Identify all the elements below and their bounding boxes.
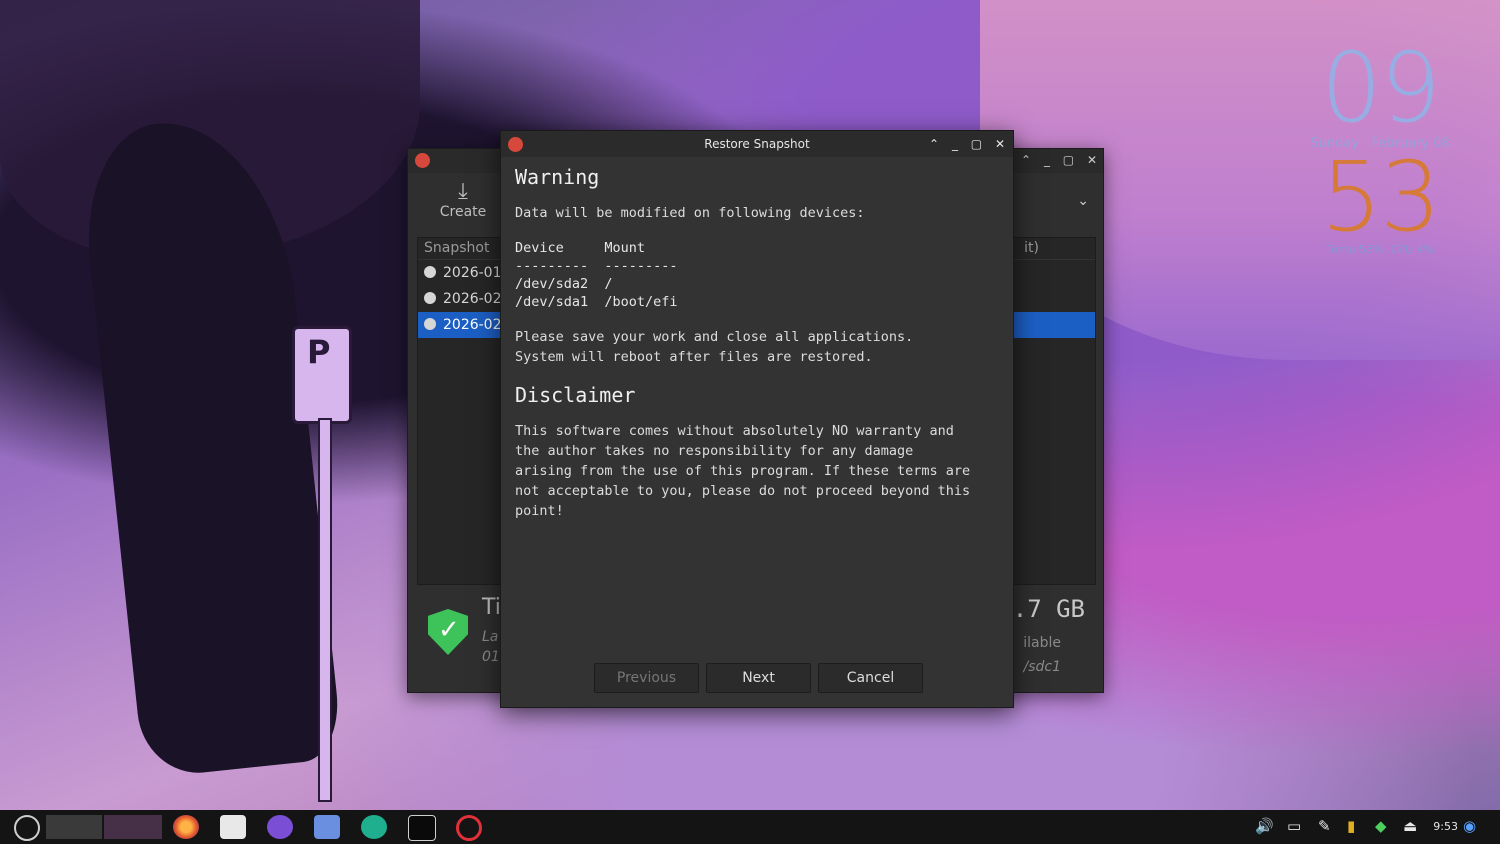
minimize-icon[interactable]: _	[952, 137, 958, 151]
eject-icon[interactable]: ⏏	[1403, 817, 1417, 835]
disclaimer-heading: Disclaimer	[515, 383, 636, 407]
keep-above-icon[interactable]: ⌃	[929, 137, 939, 151]
disk-device-label: /sdc1	[1023, 659, 1061, 675]
taskbar-clock[interactable]: 9:53	[1433, 820, 1458, 833]
dialog-content: Warning Data will be modified on followi…	[515, 165, 1001, 537]
next-button[interactable]: Next	[706, 663, 811, 693]
warning-intro: Data will be modified on following devic…	[515, 205, 865, 221]
conky-clock-widget: 09 Sunday February 08 53 Temp 53% CPU 4%	[1300, 40, 1460, 256]
conky-minute: 53	[1320, 141, 1441, 253]
snapshot-row-label: 2026-02	[443, 317, 502, 333]
device-mount-table: Device Mount --------- --------- /dev/sd…	[515, 240, 678, 310]
status-line-1: La	[482, 629, 499, 645]
file-manager-icon[interactable]	[220, 815, 246, 839]
package-update-icon[interactable]: ◆	[1375, 817, 1387, 835]
app-indicator-icon[interactable]: ▮	[1347, 817, 1355, 835]
wallpaper-parking-sign: P	[292, 326, 352, 424]
notification-icon[interactable]: ◉	[1463, 817, 1476, 835]
restore-snapshot-dialog: Restore Snapshot ⌃ _ ▢ ✕ Warning Data wi…	[500, 130, 1014, 708]
disk-size: .7 GB	[1012, 595, 1085, 623]
terminal-icon[interactable]	[408, 815, 436, 841]
status-title: Ti	[482, 595, 501, 620]
settings-app-icon[interactable]	[361, 815, 387, 839]
create-button[interactable]: ⤓ Create	[428, 179, 498, 220]
volume-icon[interactable]: 🔊	[1255, 817, 1274, 835]
taskbar-window-dialog[interactable]	[104, 815, 162, 839]
bg-minimize-icon[interactable]: _	[1044, 153, 1050, 167]
snapshot-row-label: 2026-01	[443, 265, 502, 281]
timeshift-app-icon	[415, 153, 430, 168]
obsidian-icon[interactable]	[267, 815, 293, 839]
bg-keep-above-icon[interactable]: ⌃	[1021, 153, 1031, 167]
firefox-icon[interactable]	[173, 815, 199, 839]
wallpaper-parking-post	[318, 418, 332, 802]
taskbar-window-timeshift[interactable]	[46, 815, 102, 839]
timeshift-app-icon	[508, 137, 523, 152]
bg-maximize-icon[interactable]: ▢	[1063, 153, 1074, 167]
save-work-text: Please save your work and close all appl…	[515, 329, 914, 365]
conky-cpu: CPU 4%	[1390, 243, 1434, 256]
disclaimer-text: This software comes without absolutely N…	[515, 423, 971, 519]
disk-available-label: ilable	[1023, 635, 1061, 651]
close-icon[interactable]: ✕	[995, 137, 1005, 151]
chevron-down-icon[interactable]: ⌄	[1077, 193, 1089, 209]
snapshot-check-icon	[424, 266, 436, 278]
dialog-title: Restore Snapshot	[704, 137, 810, 151]
comment-column-header[interactable]: it)	[1024, 240, 1039, 256]
dialog-titlebar[interactable]: Restore Snapshot ⌃ _ ▢ ✕	[501, 131, 1013, 157]
conky-stats: Temp 53% CPU 4%	[1300, 243, 1460, 256]
snapshot-check-icon	[424, 318, 436, 330]
download-icon: ⤓	[458, 179, 468, 204]
clipboard-icon[interactable]: ✎	[1318, 817, 1331, 835]
status-line-2: 01	[482, 649, 500, 665]
snapshot-check-icon	[424, 292, 436, 304]
dialog-window-controls: ⌃ _ ▢ ✕	[920, 131, 1005, 157]
bg-window-controls: ⌃ _ ▢ ✕	[1012, 153, 1097, 167]
cancel-button[interactable]: Cancel	[818, 663, 923, 693]
bg-close-icon[interactable]: ✕	[1087, 153, 1097, 167]
taskbar: 🔊 ▭ ✎ ▮ ◆ ⏏ 9:53 ◉	[0, 810, 1500, 844]
previous-button[interactable]: Previous	[594, 663, 699, 693]
maximize-icon[interactable]: ▢	[971, 137, 982, 151]
shield-check-icon: ✓	[428, 609, 468, 655]
conky-temp: Temp 53%	[1326, 243, 1384, 256]
create-label: Create	[439, 204, 487, 220]
display-icon[interactable]: ▭	[1287, 817, 1301, 835]
warning-heading: Warning	[515, 165, 600, 189]
dialog-button-bar: Previous Next Cancel	[594, 663, 930, 693]
screenshot-tool-icon[interactable]	[314, 815, 340, 839]
app-menu-icon[interactable]	[14, 815, 40, 841]
snapshot-column-header[interactable]: Snapshot	[424, 240, 489, 256]
timeshift-taskbar-icon[interactable]	[456, 815, 482, 841]
conky-hour: 09	[1320, 32, 1441, 144]
snapshot-row-label: 2026-02	[443, 291, 502, 307]
